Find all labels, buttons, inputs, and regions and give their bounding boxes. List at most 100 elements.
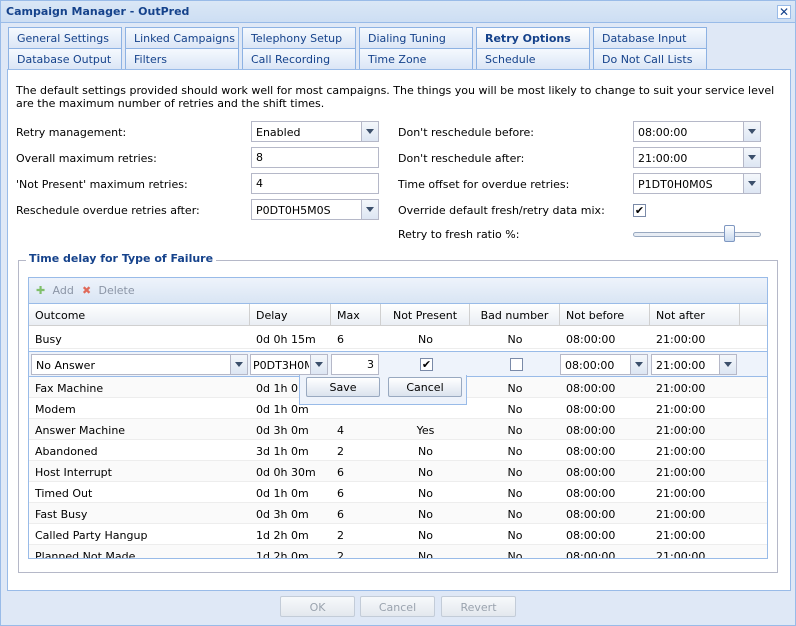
override-mix-checkbox[interactable]: ✔ (633, 204, 646, 217)
chevron-down-icon[interactable] (230, 355, 247, 374)
chevron-down-icon[interactable] (361, 122, 378, 141)
editor-not-before-select[interactable]: 08:00:00 (560, 354, 648, 375)
dont-reschedule-after-select[interactable]: 21:00:00 (633, 147, 761, 168)
chevron-down-icon[interactable] (719, 355, 736, 374)
cell-bad-number: No (507, 529, 523, 542)
tab-dialing-tuning[interactable]: Dialing Tuning (359, 27, 473, 48)
editor-bad-number-checkbox[interactable] (510, 358, 523, 371)
tab-linked-campaigns[interactable]: Linked Campaigns (125, 27, 239, 48)
column-header-not-after[interactable]: Not after (650, 304, 740, 326)
failure-delay-grid: ✚ Add ✖ Delete Outcome Delay Max Not Presen… (28, 277, 768, 559)
save-button[interactable]: Save (306, 377, 380, 397)
overall-max-input[interactable]: 8 (251, 147, 379, 168)
not-present-max-input[interactable]: 4 (251, 173, 379, 194)
retry-management-value: Enabled (256, 126, 301, 139)
dont-reschedule-before-select[interactable]: 08:00:00 (633, 121, 761, 142)
editor-delay-select[interactable]: P0DT3H0M0S (250, 354, 328, 375)
chevron-down-icon[interactable] (743, 122, 760, 141)
tab-do-not-call-lists[interactable]: Do Not Call Lists (593, 48, 707, 69)
chevron-down-icon[interactable] (743, 148, 760, 167)
table-row[interactable]: Called Party Hangup 1d 2h 0m 2 No No 08:00:00… (29, 524, 767, 545)
editor-not-present-checkbox[interactable]: ✔ (420, 358, 433, 371)
tab-schedule[interactable]: Schedule (476, 48, 590, 69)
retry-management-label: Retry management: (16, 126, 127, 139)
table-row[interactable]: Host Interrupt 0d 0h 30m 6 No No 08:00:00 21:0… (29, 461, 767, 482)
reschedule-overdue-label: Reschedule overdue retries after: (16, 204, 200, 217)
tab-time-zone[interactable]: Time Zone (359, 48, 473, 69)
delete-button[interactable]: ✖ Delete (82, 284, 135, 297)
add-button[interactable]: ✚ Add (36, 284, 74, 297)
cell-bad-number: No (507, 445, 523, 458)
title-bar[interactable]: Campaign Manager - OutPred ✕ (1, 1, 795, 23)
editor-max-input[interactable]: 3 (331, 354, 379, 375)
retry-ratio-slider-track[interactable] (633, 232, 761, 237)
cell-delay: 1d 2h 0m (256, 550, 309, 559)
column-header-not-present[interactable]: Not Present (381, 304, 470, 326)
cell-outcome: Called Party Hangup (35, 529, 148, 542)
cell-not-after: 21:00:00 (656, 508, 706, 521)
tab-call-recording[interactable]: Call Recording (242, 48, 356, 69)
cell-bad-number: No (507, 508, 523, 521)
table-row[interactable]: Busy 0d 0h 15m 6 No No 08:00:00 21:00:00 (29, 328, 767, 349)
column-header-not-before[interactable]: Not before (560, 304, 650, 326)
cell-not-before: 08:00:00 (566, 508, 616, 521)
tab-database-output[interactable]: Database Output (8, 48, 122, 69)
tab-filters[interactable]: Filters (125, 48, 239, 69)
cell-delay: 0d 3h 0m (256, 424, 309, 437)
column-header-outcome[interactable]: Outcome (29, 304, 250, 326)
cell-max: 2 (337, 445, 344, 458)
retry-management-select[interactable]: Enabled (251, 121, 379, 142)
cell-not-after: 21:00:00 (656, 333, 706, 346)
cell-outcome: Host Interrupt (35, 466, 112, 479)
table-row[interactable]: Fast Busy 0d 3h 0m 6 No No 08:00:00 21:00:00 (29, 503, 767, 524)
cell-outcome: Fax Machine (35, 382, 104, 395)
table-row[interactable]: Answer Machine 0d 3h 0m 4 Yes No 08:00:00 21:0… (29, 419, 767, 440)
cell-not-present: No (418, 508, 433, 521)
chevron-down-icon[interactable] (310, 355, 327, 374)
cell-not-present: No (418, 445, 433, 458)
cell-not-after: 21:00:00 (656, 445, 706, 458)
column-header-delay[interactable]: Delay (250, 304, 331, 326)
time-offset-select[interactable]: P1DT0H0M0S (633, 173, 761, 194)
cancel-button[interactable]: Cancel (360, 596, 435, 617)
dont-reschedule-before-value: 08:00:00 (638, 126, 688, 139)
cell-not-after: 21:00:00 (656, 403, 706, 416)
chevron-down-icon[interactable] (743, 174, 760, 193)
cell-outcome: Modem (35, 403, 76, 416)
tab-retry-options[interactable]: Retry Options (476, 27, 590, 48)
cell-not-before: 08:00:00 (566, 403, 616, 416)
cell-not-before: 08:00:00 (566, 487, 616, 500)
ok-button[interactable]: OK (280, 596, 355, 617)
cell-not-after: 21:00:00 (656, 487, 706, 500)
cell-not-present: Yes (416, 424, 435, 437)
cell-delay: 3d 1h 0m (256, 445, 309, 458)
reschedule-overdue-select[interactable]: P0DT0H5M0S (251, 199, 379, 220)
column-header-bad-number[interactable]: Bad number (470, 304, 560, 326)
table-row[interactable]: Planned Not Made 1d 2h 0m 2 No No 08:00:00 21:… (29, 545, 767, 559)
column-header-max[interactable]: Max (331, 304, 381, 326)
table-row[interactable]: Abandoned 3d 1h 0m 2 No No 08:00:00 21:00:00 (29, 440, 767, 461)
chevron-down-icon[interactable] (630, 355, 647, 374)
cell-not-present: No (418, 550, 433, 559)
chevron-down-icon[interactable] (361, 200, 378, 219)
revert-button[interactable]: Revert (441, 596, 516, 617)
tab-database-input[interactable]: Database Input (593, 27, 707, 48)
cell-delay: 0d 1h 0m (256, 487, 309, 500)
editor-not-after-select[interactable]: 21:00:00 (651, 354, 737, 375)
cancel-edit-button[interactable]: Cancel (388, 377, 462, 397)
cell-not-present: No (418, 466, 433, 479)
table-row[interactable]: Timed Out 0d 1h 0m 6 No No 08:00:00 21:00:00 (29, 482, 767, 503)
cell-max: 2 (337, 529, 344, 542)
cell-not-present: No (418, 529, 433, 542)
close-icon[interactable]: ✕ (777, 5, 791, 19)
editor-outcome-select[interactable]: No Answer (31, 354, 248, 375)
retry-ratio-slider-thumb[interactable] (724, 225, 735, 242)
cell-not-after: 21:00:00 (656, 382, 706, 395)
cell-delay: 1d 2h 0m (256, 529, 309, 542)
intro-text: The default settings provided should wor… (16, 84, 775, 110)
retry-ratio-label: Retry to fresh ratio %: (398, 228, 520, 241)
tab-general-settings[interactable]: General Settings (8, 27, 122, 48)
tab-telephony-setup[interactable]: Telephony Setup (242, 27, 356, 48)
editor-not-after-value: 21:00:00 (656, 359, 706, 372)
reschedule-overdue-value: P0DT0H5M0S (256, 204, 331, 217)
